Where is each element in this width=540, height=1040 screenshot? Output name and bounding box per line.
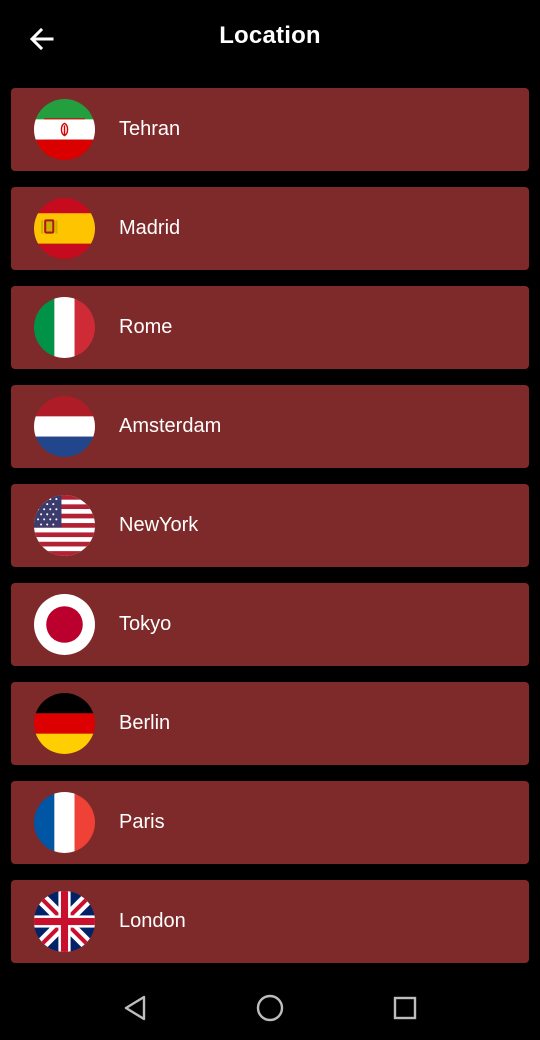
city-name: London [119, 910, 186, 932]
location-item-tehran[interactable]: Tehran [11, 88, 529, 171]
app-screen: Location Tehran Madrid Rome Amsterdam Ne… [0, 0, 540, 1040]
location-list: Tehran Madrid Rome Amsterdam NewYork Tok… [11, 88, 529, 979]
city-name: Amsterdam [119, 415, 222, 437]
usa-flag-icon [34, 495, 95, 556]
city-name: Rome [119, 316, 173, 338]
city-name: Paris [119, 811, 165, 833]
city-name: Tehran [119, 118, 181, 140]
japan-flag-icon [34, 594, 95, 655]
city-name: Berlin [119, 712, 171, 734]
location-item-amsterdam[interactable]: Amsterdam [11, 385, 529, 468]
nav-back-triangle-icon [124, 995, 146, 1021]
location-item-berlin[interactable]: Berlin [11, 682, 529, 765]
location-item-rome[interactable]: Rome [11, 286, 529, 369]
germany-flag-icon [34, 693, 95, 754]
nav-recent-square-icon [393, 996, 417, 1020]
iran-flag-icon [34, 99, 95, 160]
location-item-london[interactable]: London [11, 880, 529, 963]
location-item-paris[interactable]: Paris [11, 781, 529, 864]
city-name: Madrid [119, 217, 181, 239]
nav-home-circle-icon [256, 994, 284, 1022]
spain-flag-icon [34, 198, 95, 259]
location-item-madrid[interactable]: Madrid [11, 187, 529, 270]
city-name: Tokyo [119, 613, 172, 635]
location-item-newyork[interactable]: NewYork [11, 484, 529, 567]
uk-flag-icon [34, 891, 95, 952]
nav-back-button[interactable] [118, 991, 152, 1025]
app-header: Location [0, 0, 540, 78]
italy-flag-icon [34, 297, 95, 358]
nav-home-button[interactable] [253, 991, 287, 1025]
system-nav-bar [0, 975, 540, 1040]
page-title: Location [219, 22, 321, 49]
nav-recent-button[interactable] [388, 991, 422, 1025]
city-name: NewYork [119, 514, 199, 536]
location-item-tokyo[interactable]: Tokyo [11, 583, 529, 666]
france-flag-icon [34, 792, 95, 853]
netherlands-flag-icon [34, 396, 95, 457]
